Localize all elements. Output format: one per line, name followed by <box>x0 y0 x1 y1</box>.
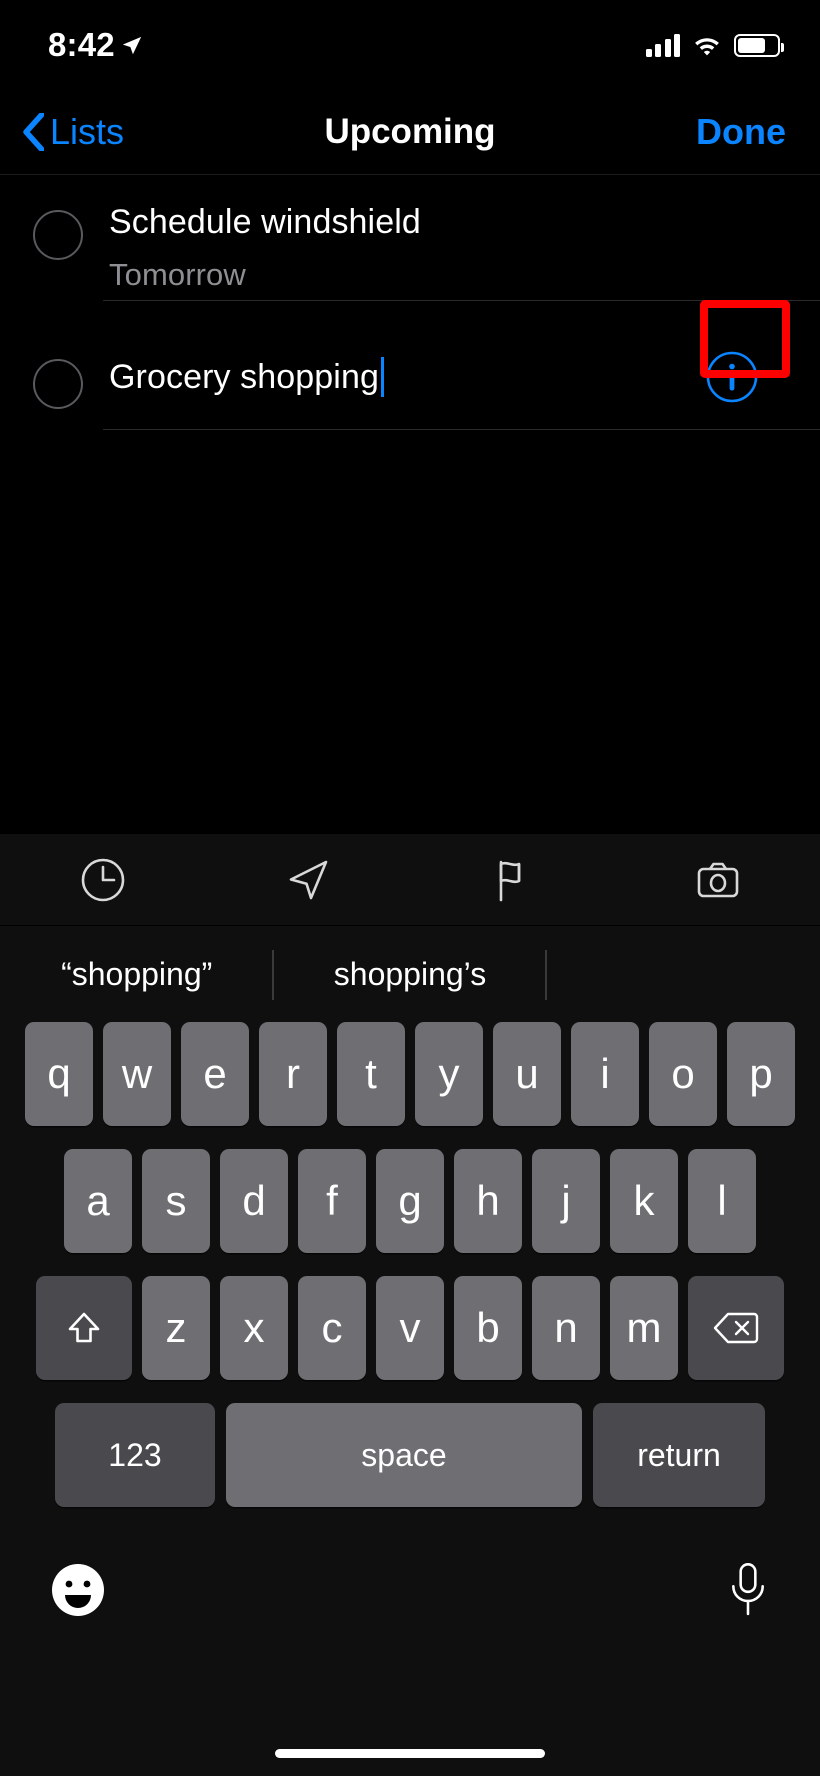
suggestion-divider <box>272 950 274 1000</box>
key-x[interactable]: x <box>220 1276 288 1380</box>
keyboard-row-4: 123 space return <box>0 1403 820 1507</box>
cellular-signal-icon <box>645 33 680 57</box>
on-screen-keyboard: “shopping” shopping’s q w e r t y u i o … <box>0 834 820 1776</box>
home-indicator-bar[interactable] <box>275 1749 545 1758</box>
flag-icon[interactable] <box>410 856 615 904</box>
key-o[interactable]: o <box>649 1022 717 1126</box>
reminders-list: Schedule windshield Tomorrow Grocery sho… <box>0 174 820 834</box>
backspace-delete-icon[interactable] <box>688 1276 784 1380</box>
microphone-icon[interactable] <box>726 1561 770 1619</box>
status-bar-time: 8:42 <box>48 26 115 63</box>
suggestion-divider <box>545 950 547 1000</box>
table-row[interactable]: Grocery shopping <box>0 333 820 430</box>
key-s[interactable]: s <box>142 1149 210 1253</box>
camera-icon[interactable] <box>615 856 820 904</box>
suggestion-item[interactable]: shopping’s <box>273 956 546 993</box>
key-i[interactable]: i <box>571 1022 639 1126</box>
status-bar-right <box>645 33 784 57</box>
key-n[interactable]: n <box>532 1276 600 1380</box>
row-separator <box>103 300 820 301</box>
location-arrow-icon <box>121 33 143 57</box>
keyboard-bottom-bar <box>0 1530 820 1650</box>
key-h[interactable]: h <box>454 1149 522 1253</box>
key-e[interactable]: e <box>181 1022 249 1126</box>
reminder-title: Schedule windshield <box>109 203 421 241</box>
table-row[interactable]: Schedule windshield Tomorrow <box>0 175 820 301</box>
key-k[interactable]: k <box>610 1149 678 1253</box>
return-key[interactable]: return <box>593 1403 765 1507</box>
iphone-screen: 8:42 Lists Upcoming Done Schedule windsh… <box>0 0 820 1776</box>
key-a[interactable]: a <box>64 1149 132 1253</box>
navigation-bar: Lists Upcoming Done <box>0 90 820 174</box>
reminder-quick-actions-toolbar <box>0 834 820 926</box>
emoji-smiley-icon[interactable] <box>50 1562 106 1618</box>
key-d[interactable]: d <box>220 1149 288 1253</box>
wifi-icon <box>692 34 722 56</box>
shift-up-arrow-icon[interactable] <box>36 1276 132 1380</box>
keyboard-key-rows: q w e r t y u i o p a s d f g h j k l z … <box>0 1022 820 1507</box>
key-r[interactable]: r <box>259 1022 327 1126</box>
suggestion-item[interactable]: “shopping” <box>0 956 273 993</box>
key-u[interactable]: u <box>493 1022 561 1126</box>
reminder-title-input[interactable]: Grocery shopping <box>109 360 379 394</box>
info-circle-icon[interactable] <box>706 351 758 403</box>
key-p[interactable]: p <box>727 1022 795 1126</box>
key-c[interactable]: c <box>298 1276 366 1380</box>
reminder-subtitle: Tomorrow <box>109 257 246 292</box>
space-key[interactable]: space <box>226 1403 582 1507</box>
key-b[interactable]: b <box>454 1276 522 1380</box>
row-separator <box>103 429 820 430</box>
done-button[interactable]: Done <box>696 111 786 153</box>
location-arrow-icon[interactable] <box>205 856 410 904</box>
text-cursor <box>380 357 384 397</box>
autocorrect-suggestion-bar: “shopping” shopping’s <box>0 926 820 1022</box>
key-g[interactable]: g <box>376 1149 444 1253</box>
key-v[interactable]: v <box>376 1276 444 1380</box>
reminder-content: Schedule windshield Tomorrow <box>109 205 820 293</box>
keyboard-row-2: a s d f g h j k l <box>0 1149 820 1253</box>
key-t[interactable]: t <box>337 1022 405 1126</box>
key-w[interactable]: w <box>103 1022 171 1126</box>
status-bar: 8:42 <box>0 0 820 90</box>
key-m[interactable]: m <box>610 1276 678 1380</box>
complete-toggle-circle[interactable] <box>33 210 83 260</box>
key-y[interactable]: y <box>415 1022 483 1126</box>
key-f[interactable]: f <box>298 1149 366 1253</box>
status-bar-left: 8:42 <box>48 26 143 64</box>
battery-icon <box>734 33 784 57</box>
complete-toggle-circle[interactable] <box>33 359 83 409</box>
key-l[interactable]: l <box>688 1149 756 1253</box>
key-q[interactable]: q <box>25 1022 93 1126</box>
keyboard-row-3: z x c v b n m <box>0 1276 820 1380</box>
key-z[interactable]: z <box>142 1276 210 1380</box>
key-j[interactable]: j <box>532 1149 600 1253</box>
numbers-key[interactable]: 123 <box>55 1403 215 1507</box>
keyboard-row-1: q w e r t y u i o p <box>0 1022 820 1126</box>
clock-icon[interactable] <box>0 856 205 904</box>
